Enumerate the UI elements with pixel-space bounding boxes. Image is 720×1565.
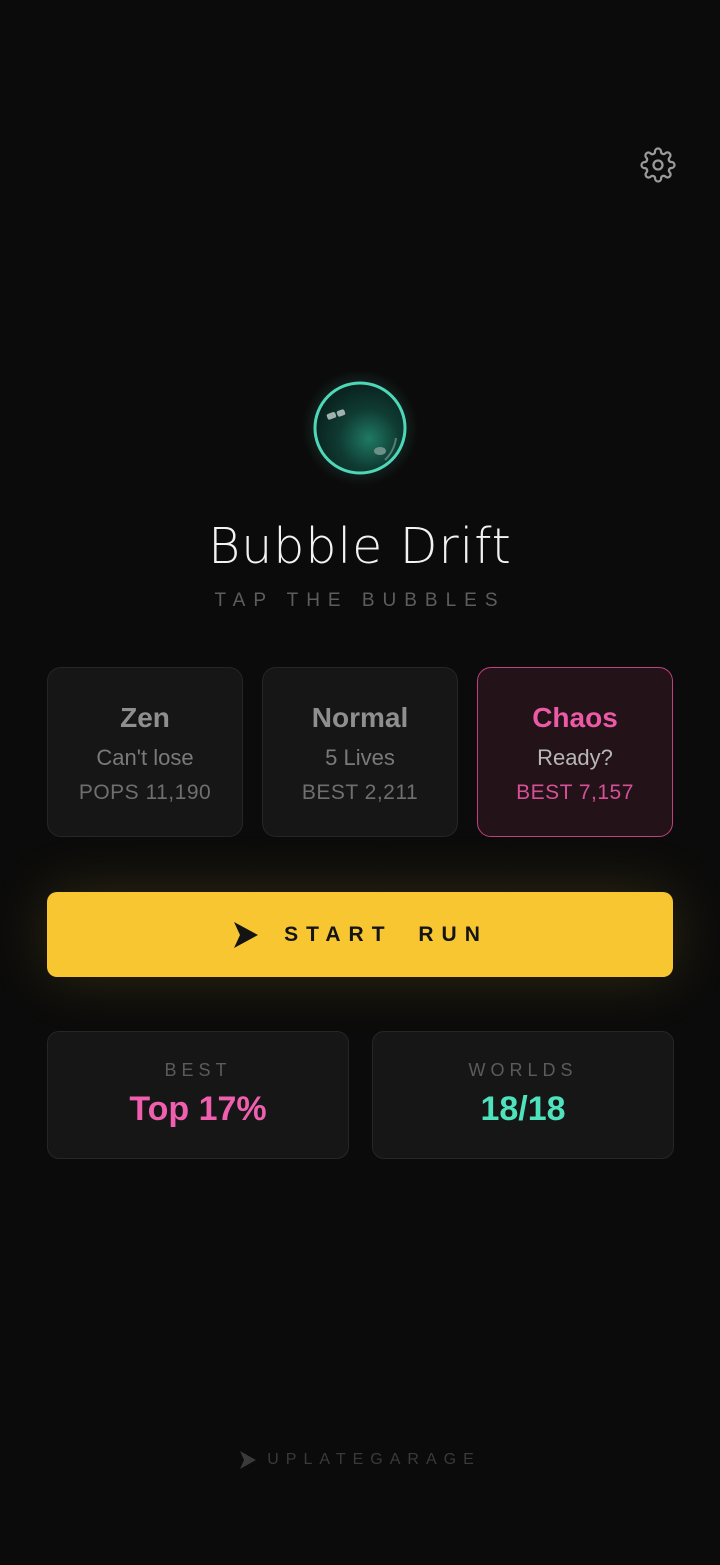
main-menu-screen: Bubble Drift TAP THE BUBBLES Zen Can't l… <box>0 0 720 1565</box>
settings-button[interactable] <box>638 145 678 185</box>
mode-name: Normal <box>311 702 409 733</box>
mode-stat: BEST 7,157 <box>516 781 634 804</box>
best-stat-card: BEST Top 17% <box>47 1031 349 1159</box>
mode-stat: POPS 11,190 <box>78 781 212 804</box>
mode-card-chaos[interactable]: Chaos Ready? BEST 7,157 <box>477 667 673 837</box>
stat-label: BEST <box>164 1060 232 1080</box>
play-icon <box>234 921 259 948</box>
footer-brand-text: UPLATEGARAGE <box>267 1451 481 1468</box>
game-title: Bubble Drift <box>208 518 512 575</box>
mode-card-zen[interactable]: Zen Can't lose POPS 11,190 <box>47 667 243 837</box>
footer-brand: UPLATEGARAGE <box>0 1450 720 1470</box>
mode-stat: BEST 2,211 <box>301 781 419 804</box>
mode-name: Chaos <box>532 702 618 733</box>
mode-name: Zen <box>120 702 170 733</box>
stat-value: 18/18 <box>480 1090 566 1128</box>
bubble-icon <box>302 370 418 486</box>
stat-value: Top 17% <box>129 1090 267 1128</box>
stat-label: WORLDS <box>468 1060 578 1080</box>
start-run-button[interactable]: START RUN <box>47 892 673 977</box>
gear-icon <box>640 147 676 183</box>
mode-description: Can't lose <box>96 745 194 770</box>
bubble-logo <box>300 368 420 488</box>
play-icon <box>240 1451 257 1469</box>
mode-description: 5 Lives <box>325 745 395 770</box>
game-subtitle: TAP THE BUBBLES <box>214 590 506 611</box>
mode-description: Ready? <box>537 745 613 770</box>
mode-card-normal[interactable]: Normal 5 Lives BEST 2,211 <box>262 667 458 837</box>
worlds-stat-card: WORLDS 18/18 <box>372 1031 674 1159</box>
start-run-label: START RUN <box>284 922 488 946</box>
